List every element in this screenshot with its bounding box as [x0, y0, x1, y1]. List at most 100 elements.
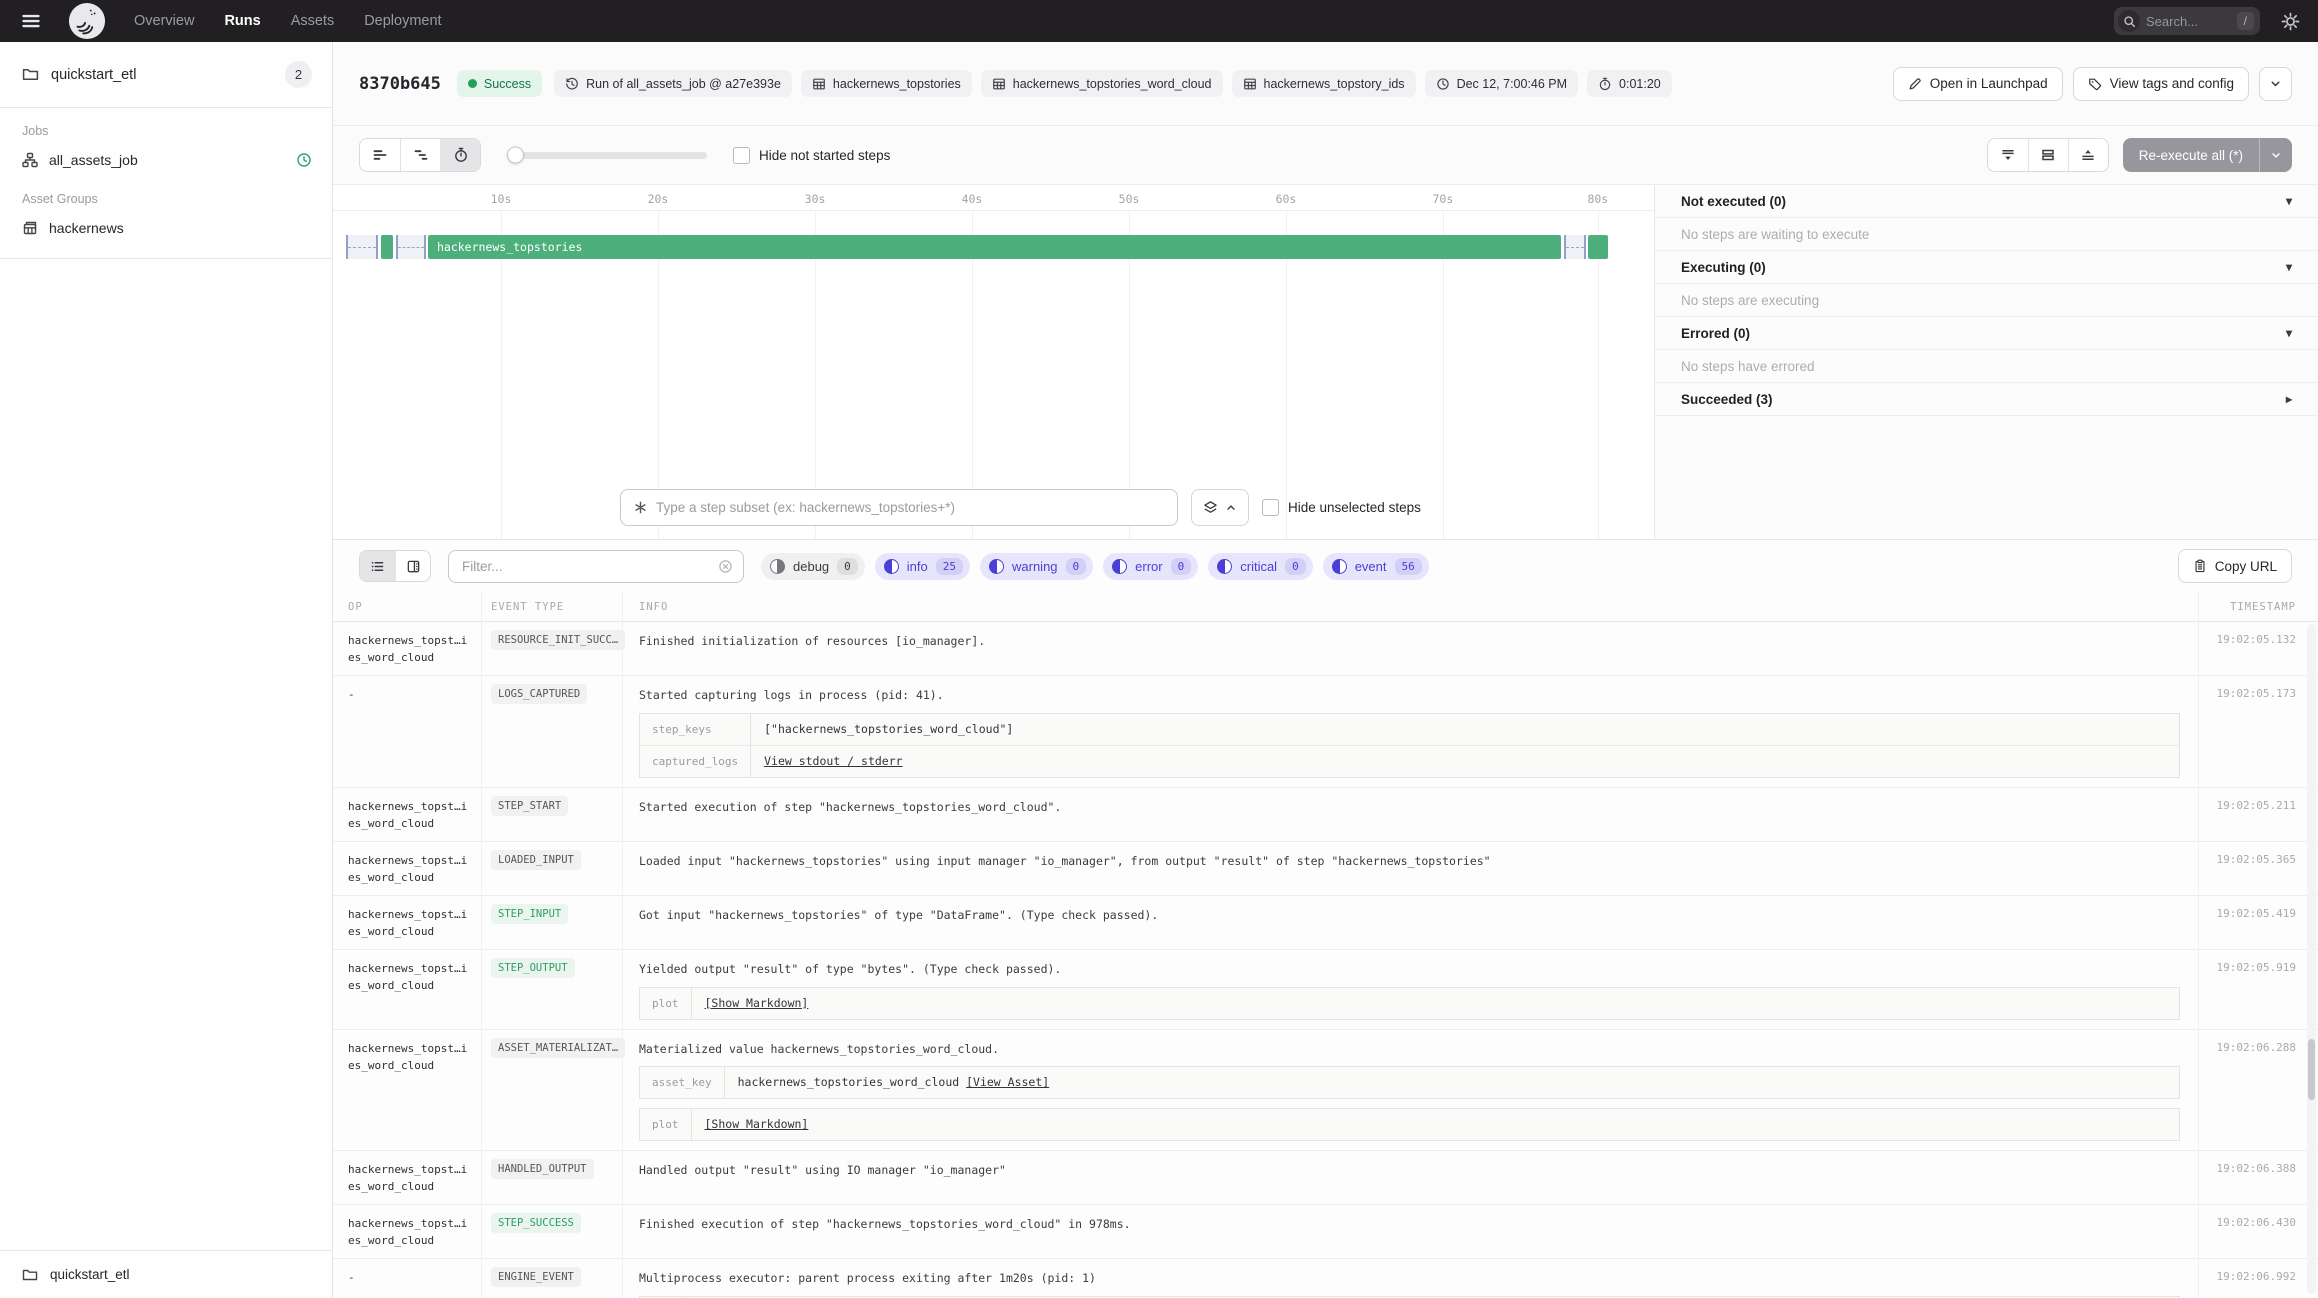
run-tag[interactable]: Run of all_assets_job @ a27e393e — [554, 70, 792, 97]
run-more-dropdown-button[interactable] — [2259, 66, 2292, 101]
subset-options-button[interactable] — [1191, 489, 1249, 526]
sidebar-sections: Jobs all_assets_job Asset Groups hackernews — [0, 124, 332, 244]
gantt-queued-segment[interactable] — [396, 235, 426, 259]
status-section-succeeded[interactable]: Succeeded (3) ▸ — [1655, 383, 2318, 416]
nav-item-deployment[interactable]: Deployment — [364, 13, 441, 29]
metadata-link[interactable]: [Show Markdown] — [705, 996, 809, 1010]
nav-item-overview[interactable]: Overview — [134, 13, 194, 29]
list-view-icon[interactable] — [360, 551, 395, 581]
dagster-logo[interactable] — [68, 2, 106, 40]
metadata-link[interactable]: [View Asset] — [966, 1075, 1049, 1089]
log-toolbar: debug 0 info 25 warning 0 error 0 critical 0 event… — [333, 540, 2318, 592]
level-pill-debug[interactable]: debug 0 — [761, 552, 865, 580]
metadata-key: captured_logs — [639, 744, 752, 778]
log-filter-input[interactable] — [462, 558, 710, 574]
level-pill-critical[interactable]: critical 0 — [1208, 552, 1313, 580]
hide-unselected-label: Hide unselected steps — [1288, 500, 1421, 515]
log-timestamp-cell: 19:02:05.365 — [2198, 841, 2318, 895]
panel-up-icon[interactable] — [2067, 139, 2108, 171]
gantt-queued-segment[interactable] — [345, 235, 378, 259]
status-section-executing[interactable]: Executing (0) ▾ — [1655, 251, 2318, 284]
log-op-cell: hackernews_topst…ies_word_cloud — [348, 961, 468, 992]
sidebar: quickstart_etl 2 Jobs all_assets_job Asset… — [0, 42, 333, 1298]
nav-item-runs[interactable]: Runs — [224, 13, 260, 29]
step-subset-row: Hide unselected steps — [620, 489, 1421, 526]
slider-knob[interactable] — [507, 146, 524, 164]
log-info-cell: Finished execution of step "hackernews_t… — [622, 1205, 2198, 1259]
run-tag[interactable]: hackernews_topstories — [800, 70, 972, 97]
log-timestamp-cell: 19:02:06.388 — [2198, 1151, 2318, 1205]
log-row: hackernews_topst…ies_word_cloud LOADED_IN… — [333, 841, 2318, 896]
action-open-in-launchpad[interactable]: Open in Launchpad — [1892, 66, 2063, 101]
status-section-title: Executing (0) — [1681, 259, 1766, 275]
run-tag[interactable]: 0:01:20 — [1587, 70, 1672, 97]
sidebar-repo[interactable]: quickstart_etl 2 — [0, 42, 332, 108]
gantt-step-bar[interactable] — [380, 235, 393, 259]
metadata-table: asset_key hackernews_topstories_word_clou… — [639, 1066, 2180, 1100]
tag-label: hackernews_topstory_ids — [1263, 76, 1405, 91]
status-section-title: Not executed (0) — [1681, 193, 1787, 209]
level-pill-info[interactable]: info 25 — [874, 552, 970, 580]
gantt-tick-label: 60s — [1275, 192, 1297, 206]
log-info-text: Started execution of step "hackernews_to… — [639, 799, 1062, 814]
panel-layout-toggle — [1986, 138, 2109, 172]
reexecute-label: Re-execute all (*) — [2138, 147, 2243, 163]
gantt-step-bar[interactable]: hackernews_topstories — [427, 235, 1562, 259]
log-info-cell: Started execution of step "hackernews_to… — [622, 787, 2198, 841]
hamburger-icon[interactable] — [18, 8, 44, 34]
sidebar-item-hackernews[interactable]: hackernews — [0, 212, 332, 244]
copy-url-button[interactable]: Copy URL — [2177, 549, 2292, 583]
gantt-queued-segment[interactable] — [1564, 235, 1587, 259]
status-section-errored[interactable]: Errored (0) ▾ — [1655, 317, 2318, 350]
level-label: warning — [1012, 558, 1058, 574]
reexecute-dropdown[interactable] — [2259, 138, 2292, 172]
hide-not-started-checkbox[interactable]: Hide not started steps — [733, 146, 890, 164]
panel-split-icon[interactable] — [2027, 139, 2068, 171]
status-section-not[interactable]: Not executed (0) ▾ — [1655, 185, 2318, 218]
log-table-rows: hackernews_topst…ies_word_cloud RESOURCE_… — [333, 622, 2318, 1298]
hide-unselected-checkbox[interactable]: Hide unselected steps — [1262, 499, 1421, 516]
caret-right-icon: ▸ — [2285, 392, 2292, 406]
toggle-icon — [770, 558, 785, 574]
run-tag[interactable]: hackernews_topstory_ids — [1231, 70, 1416, 97]
log-event-cell: ASSET_MATERIALIZAT… — [481, 1029, 626, 1151]
sidebar-item-all_assets_job[interactable]: all_assets_job — [0, 144, 332, 176]
status-badge: Success — [456, 70, 543, 97]
zoom-slider[interactable] — [507, 146, 707, 164]
action-view-tags-and-config[interactable]: View tags and config — [2072, 66, 2249, 101]
level-pill-warning[interactable]: warning 0 — [980, 552, 1094, 580]
gantt-step-bar[interactable] — [1587, 235, 1608, 259]
log-scrollbar-thumb[interactable] — [2308, 1039, 2315, 1100]
log-scrollbar[interactable] — [2307, 624, 2316, 1294]
run-tag[interactable]: hackernews_topstories_word_cloud — [980, 70, 1223, 97]
step-subset-input-box[interactable] — [620, 489, 1178, 526]
log-timestamp-cell: 19:02:06.992 — [2198, 1259, 2318, 1298]
search-input[interactable] — [2146, 13, 2231, 29]
step-subset-input[interactable] — [656, 500, 1165, 515]
search-box[interactable]: / — [2114, 7, 2260, 35]
run-tag[interactable]: Dec 12, 7:00:46 PM — [1424, 70, 1579, 97]
view-waterfall-icon[interactable] — [400, 139, 440, 171]
level-pill-error[interactable]: error 0 — [1103, 552, 1199, 580]
gantt-tick-label: 70s — [1432, 192, 1454, 206]
gantt-tick-label: 50s — [1118, 192, 1140, 206]
panel-down-icon[interactable] — [1988, 139, 2028, 171]
structured-view-icon[interactable] — [395, 551, 430, 581]
log-info-cell: Started capturing logs in process (pid: … — [622, 676, 2198, 787]
event-type-badge: LOADED_INPUT — [491, 849, 581, 870]
run-header: 8370b645 Success Run of all_assets_job @… — [333, 42, 2318, 126]
sidebar-footer-repo[interactable]: quickstart_etl — [0, 1250, 332, 1298]
search-shortcut-badge: / — [2236, 12, 2254, 30]
clear-filter-icon[interactable] — [718, 559, 733, 574]
log-table-header: OP EVENT TYPE INFO TIMESTAMP — [333, 592, 2318, 622]
metadata-link[interactable]: View stdout / stderr — [764, 754, 902, 768]
level-pill-event[interactable]: event 56 — [1322, 552, 1429, 580]
view-timed-icon[interactable] — [440, 139, 480, 171]
log-filter-box[interactable] — [448, 549, 744, 583]
reexecute-all-button[interactable]: Re-execute all (*) — [2122, 138, 2292, 172]
log-event-cell: STEP_START — [481, 787, 622, 841]
nav-item-assets[interactable]: Assets — [291, 13, 335, 29]
gear-icon[interactable] — [2280, 11, 2300, 31]
view-flat-icon[interactable] — [360, 139, 400, 171]
metadata-link[interactable]: [Show Markdown] — [705, 1117, 809, 1131]
